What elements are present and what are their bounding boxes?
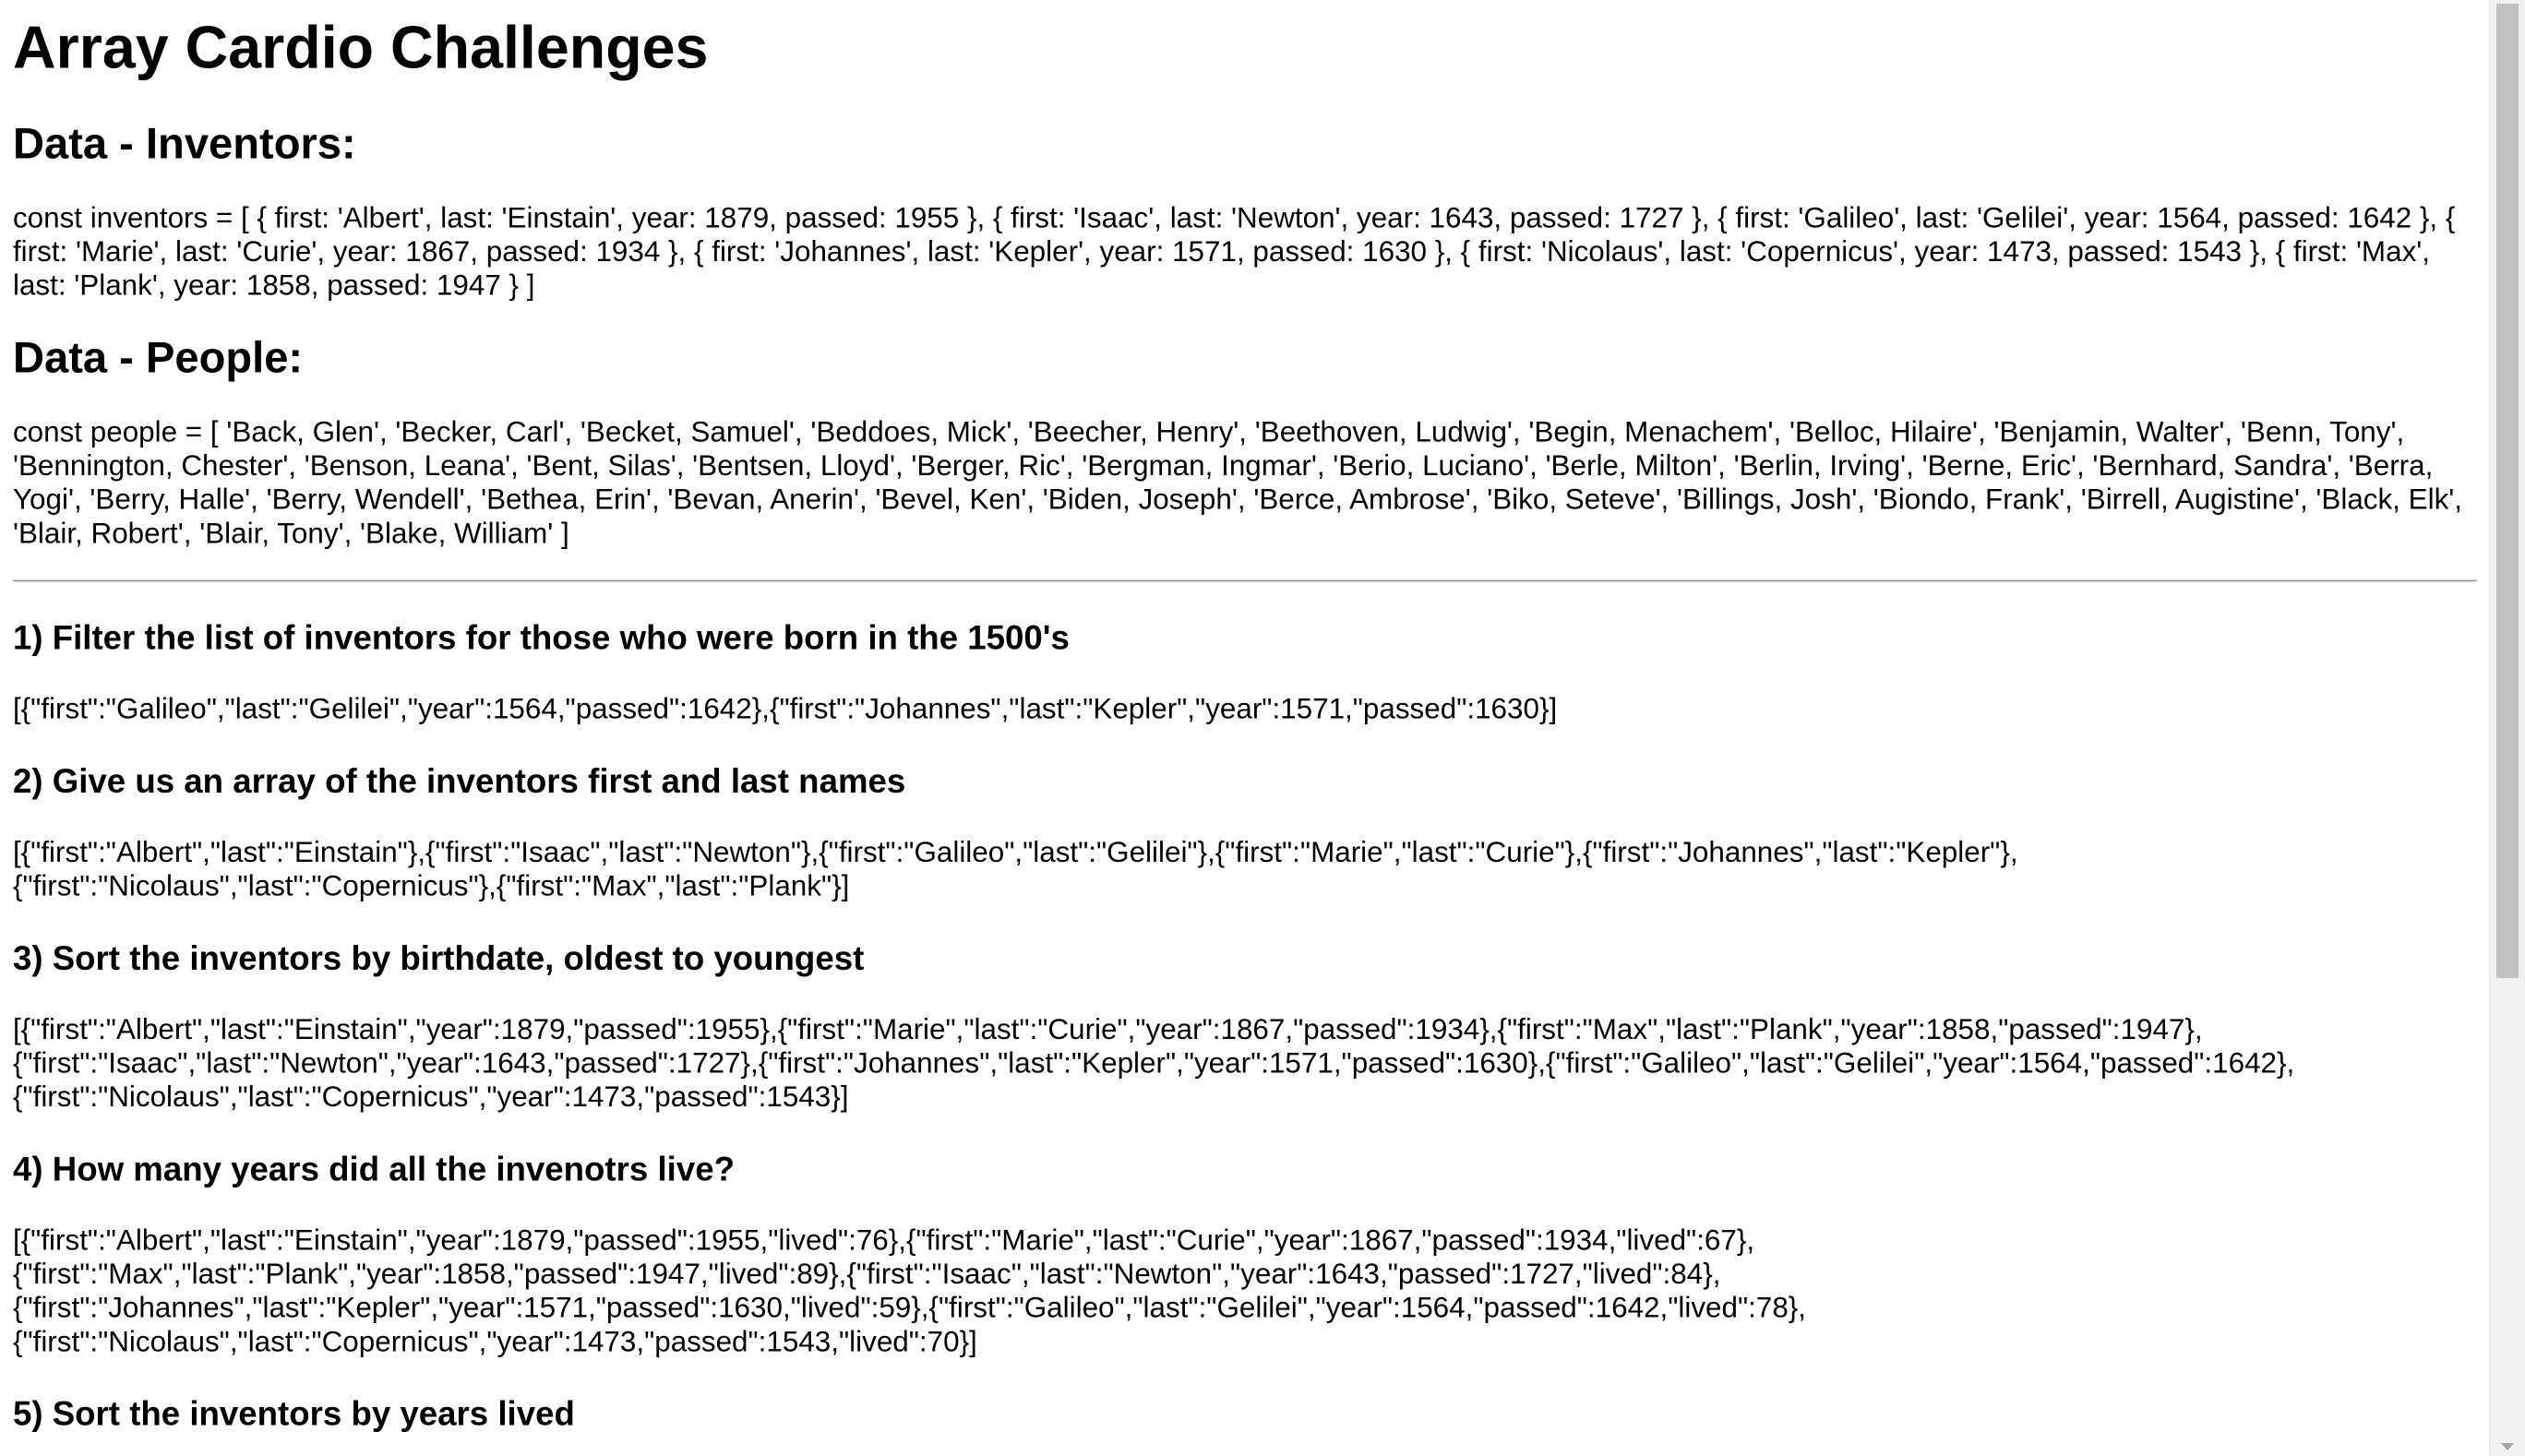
challenge-5-title: 5) Sort the inventors by years lived	[12, 1396, 575, 1434]
challenge-3-title: 3) Sort the inventors by birthdate, olde…	[12, 940, 865, 978]
scrollbar-thumb[interactable]	[2496, 4, 2519, 978]
challenge-4-result: [{"first":"Albert","last":"Einstain","ye…	[12, 1223, 1807, 1358]
challenge-1-title: 1) Filter the list of inventors for thos…	[12, 620, 1070, 658]
people-heading: Data - People:	[12, 333, 304, 382]
page-viewport: Array Cardio Challenges Data - Inventors…	[0, 0, 2490, 1456]
page-title: Array Cardio Challenges	[12, 15, 709, 81]
people-code: const people = [ 'Back, Glen', 'Becker, …	[12, 415, 2463, 550]
scroll-down-arrow-icon[interactable]	[2501, 1443, 2514, 1450]
challenge-1-result: [{"first":"Galileo","last":"Gelilei","ye…	[12, 692, 1558, 725]
page-content: Array Cardio Challenges Data - Inventors…	[0, 15, 2490, 1437]
vertical-scrollbar[interactable]	[2489, 0, 2525, 1456]
inventors-heading: Data - Inventors:	[12, 119, 356, 168]
inventors-code: const inventors = [ { first: 'Albert', l…	[12, 201, 2456, 302]
challenge-3-result: [{"first":"Albert","last":"Einstain","ye…	[12, 1012, 2295, 1114]
challenge-2-result: [{"first":"Albert","last":"Einstain"},{"…	[12, 835, 2018, 902]
challenge-2-title: 2) Give us an array of the inventors fir…	[12, 763, 906, 801]
section-divider	[12, 579, 2477, 583]
challenge-4-title: 4) How many years did all the invenotrs …	[12, 1151, 735, 1189]
